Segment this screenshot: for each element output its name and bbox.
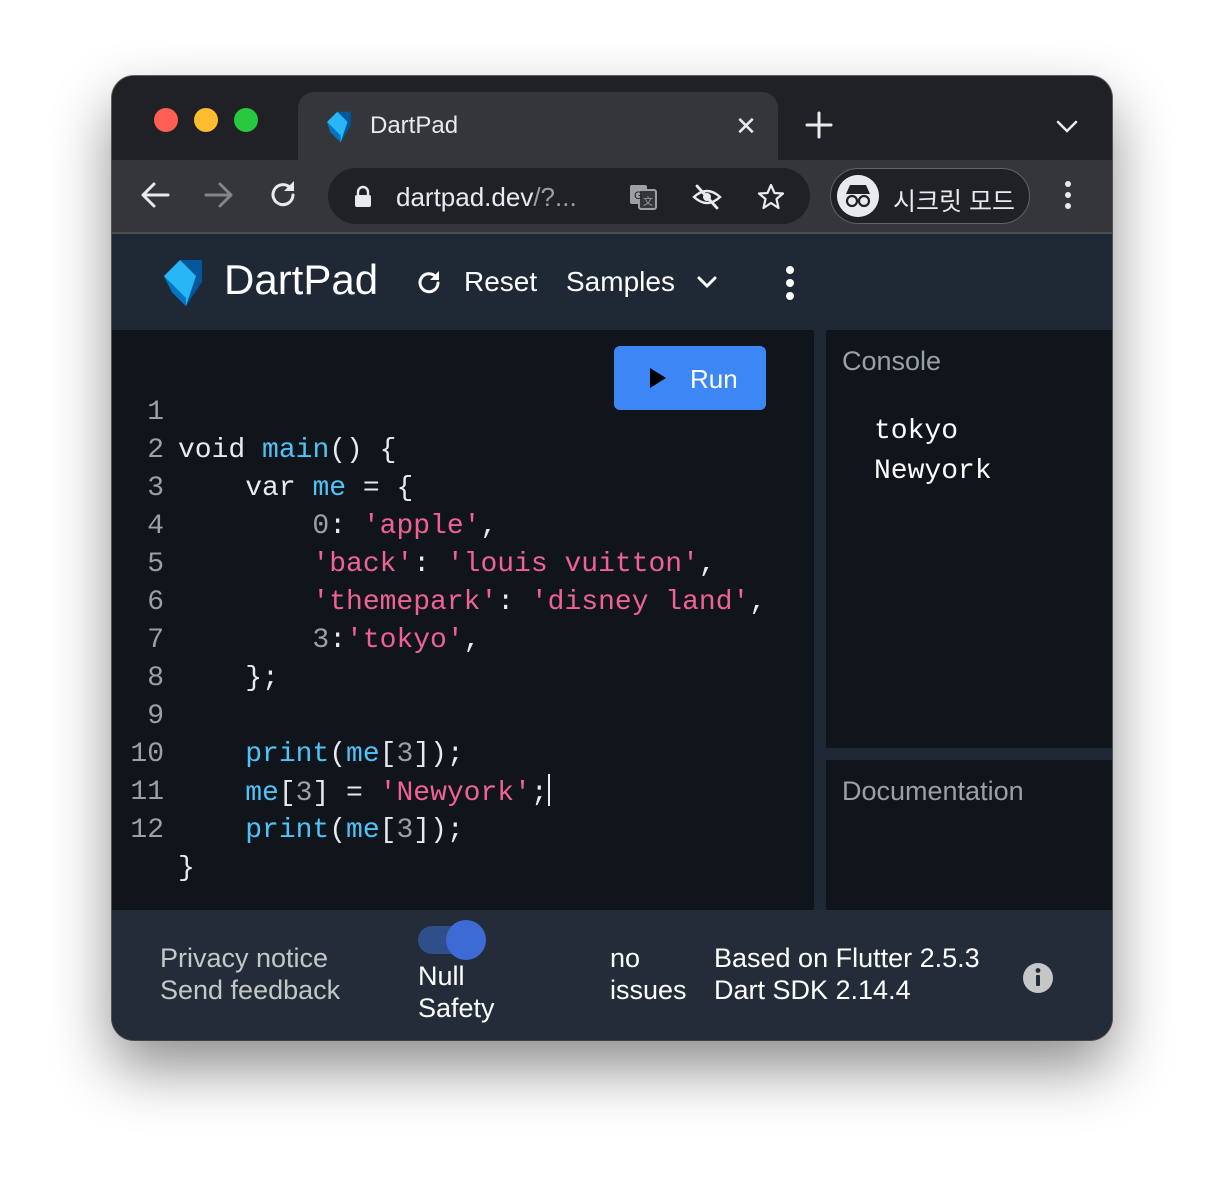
play-icon: [650, 368, 666, 388]
console-output: tokyo Newyork: [874, 412, 992, 492]
console-line: Newyork: [874, 456, 992, 487]
url-text[interactable]: dartpad.dev/?...: [396, 182, 577, 213]
vertical-splitter[interactable]: [814, 330, 826, 910]
bookmark-star-icon[interactable]: [756, 182, 786, 212]
incognito-label: 시크릿 모드: [893, 188, 1015, 216]
code-line[interactable]: 11 print(me[3]);: [112, 736, 463, 846]
null-safety-toggle-thumb[interactable]: [446, 920, 486, 960]
text-cursor: [547, 774, 550, 806]
code-line[interactable]: 7 };: [112, 584, 279, 694]
browser-window: DartPad ✕ dartpad.dev/?... G 文 시크릿 모드 Da…: [112, 76, 1112, 1040]
new-tab-icon[interactable]: [804, 110, 834, 140]
code-text[interactable]: 'back': 'louis vuitton',: [178, 546, 715, 584]
run-label: Run: [690, 364, 738, 394]
incognito-icon: [837, 175, 879, 217]
info-icon[interactable]: [1022, 962, 1054, 994]
svg-text:文: 文: [643, 195, 653, 208]
samples-dropdown[interactable]: Samples: [566, 266, 675, 298]
code-editor[interactable]: 1 void main() { 2 var me = { 3 0: 'apple…: [112, 330, 814, 910]
chevron-down-icon[interactable]: [1054, 114, 1080, 138]
incognito-profile-button[interactable]: 시크릿 모드: [830, 168, 1030, 224]
code-text[interactable]: }: [178, 850, 195, 888]
console-line: tokyo: [874, 416, 959, 447]
browser-toolbar: dartpad.dev/?... G 文 시크릿 모드: [112, 160, 1112, 232]
lock-icon[interactable]: [354, 185, 372, 207]
send-feedback-link[interactable]: Send feedback: [160, 974, 340, 1006]
close-window-button[interactable]: [154, 108, 178, 132]
code-line[interactable]: 8: [112, 622, 246, 694]
code-line[interactable]: 10 me[3] = 'Newyork';: [112, 698, 550, 809]
eye-off-icon[interactable]: [692, 182, 722, 212]
line-number: 12: [130, 815, 164, 846]
address-bar[interactable]: dartpad.dev/?... G 文: [328, 168, 810, 224]
privacy-notice-link[interactable]: Privacy notice: [160, 942, 340, 974]
forward-arrow-icon[interactable]: [202, 178, 236, 212]
console-title: Console: [842, 346, 942, 376]
code-line[interactable]: 4 'back': 'louis vuitton',: [112, 470, 716, 580]
tab-title: DartPad: [370, 112, 459, 139]
code-text[interactable]: 'themepark': 'disney land',: [178, 584, 766, 622]
code-line[interactable]: 12 }: [112, 774, 246, 884]
code-line[interactable]: 6 3:'tokyo',: [112, 546, 480, 656]
code-line[interactable]: 2 var me = {: [112, 394, 413, 504]
horizontal-splitter[interactable]: [826, 748, 1112, 760]
app-title[interactable]: DartPad: [224, 256, 378, 304]
reload-icon[interactable]: [266, 178, 300, 212]
svg-text:G: G: [634, 190, 643, 202]
reset-icon[interactable]: [414, 268, 444, 298]
footer: Privacy notice Send feedback Null Safety…: [112, 910, 1112, 1040]
documentation-panel: Documentation: [826, 760, 1112, 910]
version-info: Based on Flutter 2.5.3 Dart SDK 2.14.4: [714, 942, 980, 1006]
code-line[interactable]: 5 'themepark': 'disney land',: [112, 508, 766, 618]
close-tab-icon[interactable]: ✕: [732, 112, 760, 140]
dart-logo-icon[interactable]: [158, 258, 208, 308]
reset-button[interactable]: Reset: [464, 266, 537, 298]
code-line[interactable]: 3 0: 'apple',: [112, 432, 497, 542]
flutter-version: Based on Flutter 2.5.3: [714, 943, 980, 973]
console-panel: Console tokyo Newyork: [826, 330, 1112, 748]
run-button[interactable]: Run: [614, 346, 766, 410]
dart-logo-icon: [327, 111, 351, 143]
dartpad-header: DartPad Reset Samples: [112, 234, 1112, 330]
code-area[interactable]: 1 void main() { 2 var me = { 3 0: 'apple…: [112, 356, 766, 884]
documentation-title: Documentation: [842, 776, 1024, 806]
code-line[interactable]: 9 print(me[3]);: [112, 660, 464, 770]
browser-menu-icon[interactable]: [1056, 178, 1080, 212]
dart-sdk-version: Dart SDK 2.14.4: [714, 975, 911, 1005]
maximize-window-button[interactable]: [234, 108, 258, 132]
minimize-window-button[interactable]: [194, 108, 218, 132]
translate-icon[interactable]: G 文: [628, 182, 658, 212]
issues-status: no issues: [610, 943, 687, 1005]
footer-links: Privacy notice Send feedback: [160, 942, 340, 1006]
chevron-down-icon[interactable]: [694, 272, 720, 292]
tab-dartpad[interactable]: DartPad ✕: [298, 92, 778, 160]
code-line[interactable]: 1 void main() {: [112, 356, 396, 466]
null-safety-label: Null Safety: [418, 961, 495, 1023]
tab-strip: DartPad ✕: [112, 76, 1112, 160]
more-options-icon[interactable]: [782, 264, 798, 302]
back-arrow-icon[interactable]: [138, 178, 172, 212]
